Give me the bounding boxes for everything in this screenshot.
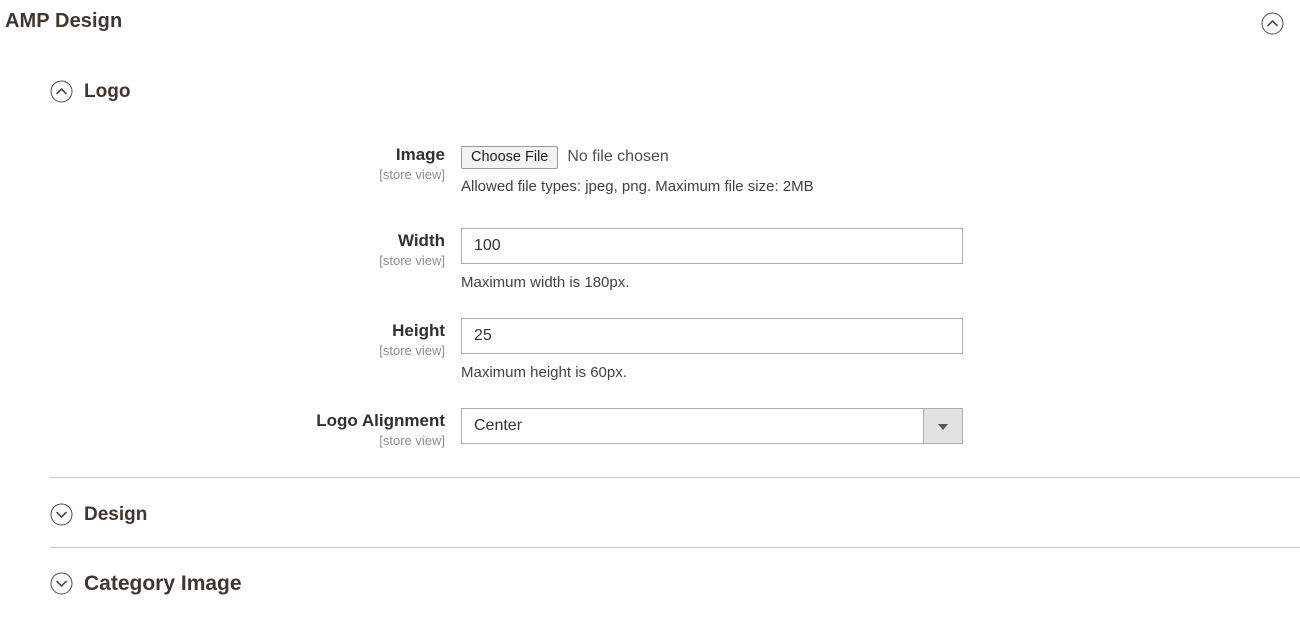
width-scope: [store view] [379, 252, 445, 268]
width-label: Width [397, 231, 445, 250]
file-status-text: No file chosen [567, 148, 669, 165]
width-label-group: Width [store view] [0, 231, 445, 268]
height-control: Maximum height is 60px. [461, 318, 963, 381]
section-category-image-header[interactable]: Category Image [50, 572, 1300, 595]
section-logo-header[interactable]: Logo [50, 80, 1300, 103]
page-header: AMP Design [0, 0, 1300, 48]
chevron-down-circle-icon [50, 503, 73, 526]
image-note: Allowed file types: jpeg, png. Maximum f… [461, 178, 814, 195]
section-divider [50, 477, 1300, 478]
logo-alignment-label: Logo Alignment [316, 411, 445, 430]
logo-alignment-select[interactable]: Center [461, 408, 963, 444]
width-note: Maximum width is 180px. [461, 274, 630, 291]
width-input[interactable] [461, 228, 963, 264]
logo-alignment-control: Center [461, 408, 963, 444]
section-design: Design [50, 503, 1300, 526]
section-category-image-label: Category Image [84, 572, 242, 595]
height-note: Maximum height is 60px. [461, 364, 627, 381]
height-input[interactable] [461, 318, 963, 354]
page-title: AMP Design [5, 10, 123, 32]
logo-alignment-scope: [store view] [379, 432, 445, 448]
choose-file-button[interactable]: Choose File [461, 145, 559, 169]
logo-alignment-selected-value: Center [474, 417, 523, 434]
image-control: Choose File No file chosen Allowed file … [461, 145, 814, 195]
section-logo-label: Logo [84, 81, 131, 102]
height-label: Height [392, 321, 445, 340]
width-control: Maximum width is 180px. [461, 228, 963, 291]
chevron-down-circle-icon [50, 572, 73, 595]
image-label-group: Image [store view] [0, 145, 445, 182]
section-design-label: Design [84, 504, 148, 525]
logo-alignment-label-group: Logo Alignment [store view] [0, 411, 445, 448]
header-collapse-toggle[interactable] [1261, 12, 1284, 35]
image-label: Image [395, 145, 445, 164]
image-scope: [store view] [379, 166, 445, 182]
section-category-image: Category Image [50, 572, 1300, 595]
section-logo: Logo [50, 80, 1300, 103]
file-upload-row: Choose File No file chosen [461, 145, 814, 169]
section-divider [50, 547, 1300, 548]
height-label-group: Height [store view] [0, 321, 445, 358]
chevron-up-circle-icon [50, 80, 73, 103]
section-design-header[interactable]: Design [50, 503, 1300, 526]
chevron-up-circle-icon [1261, 12, 1284, 35]
triangle-down-icon[interactable] [923, 409, 962, 443]
height-scope: [store view] [379, 342, 445, 358]
